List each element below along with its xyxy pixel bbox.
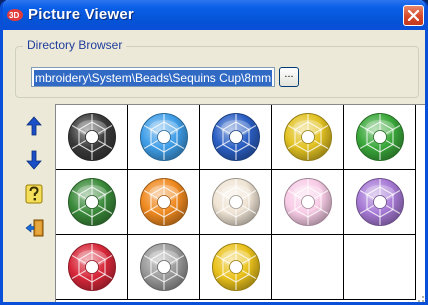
sequin-cell-ivory[interactable] xyxy=(200,170,272,235)
sequin-icon xyxy=(284,113,332,161)
empty-cell[interactable] xyxy=(272,235,344,300)
close-icon xyxy=(408,10,419,21)
sequin-icon xyxy=(140,178,188,226)
browse-button[interactable]: ... xyxy=(279,67,299,87)
question-icon xyxy=(25,184,43,204)
help-button[interactable] xyxy=(21,180,47,206)
sequin-cell-red[interactable] xyxy=(56,235,128,300)
sequin-icon xyxy=(212,178,260,226)
exit-button[interactable] xyxy=(21,214,47,240)
sequin-grid xyxy=(55,104,428,303)
sequin-cell-orange[interactable] xyxy=(128,170,200,235)
arrow-down-icon xyxy=(26,150,42,170)
sequin-icon xyxy=(212,113,260,161)
sequin-icon xyxy=(68,243,116,291)
sequin-cell-light-blue[interactable] xyxy=(128,105,200,170)
sequin-cell-gold[interactable] xyxy=(200,235,272,300)
move-down-button[interactable] xyxy=(21,146,47,172)
sequin-icon xyxy=(68,113,116,161)
svg-text:3D: 3D xyxy=(9,11,19,20)
arrow-up-icon xyxy=(26,116,42,136)
embroidery-app-icon: 3D xyxy=(7,9,23,21)
close-button[interactable] xyxy=(403,5,424,26)
sequin-icon xyxy=(140,113,188,161)
directory-path-field[interactable]: mbroidery\System\Beads\Sequins Cup\8mm xyxy=(31,67,275,87)
sequin-cell-black[interactable] xyxy=(56,105,128,170)
picture-viewer-window: 3D Picture Viewer Directory Browser mbro… xyxy=(0,0,428,305)
sequin-icon xyxy=(356,113,404,161)
sequin-cell-lavender[interactable] xyxy=(344,170,416,235)
sequin-icon xyxy=(284,178,332,226)
sequin-cell-green[interactable] xyxy=(344,105,416,170)
sequin-cell-royal-blue[interactable] xyxy=(200,105,272,170)
sequin-cell-silver[interactable] xyxy=(128,235,200,300)
directory-browser-label: Directory Browser xyxy=(23,38,127,52)
exit-door-icon xyxy=(25,219,44,237)
sequin-icon xyxy=(212,243,260,291)
title-bar[interactable]: 3D Picture Viewer xyxy=(3,0,425,30)
sequin-icon xyxy=(68,178,116,226)
resize-grip-icon[interactable] xyxy=(417,291,428,303)
sequin-icon xyxy=(356,178,404,226)
sequin-icon xyxy=(140,243,188,291)
move-up-button[interactable] xyxy=(21,112,47,138)
directory-path-text: mbroidery\System\Beads\Sequins Cup\8mm xyxy=(34,70,273,86)
sequin-cell-pink[interactable] xyxy=(272,170,344,235)
sequin-cell-yellow[interactable] xyxy=(272,105,344,170)
empty-cell[interactable] xyxy=(344,235,416,300)
sequin-cell-dark-green[interactable] xyxy=(56,170,128,235)
window-title: Picture Viewer xyxy=(28,6,134,23)
